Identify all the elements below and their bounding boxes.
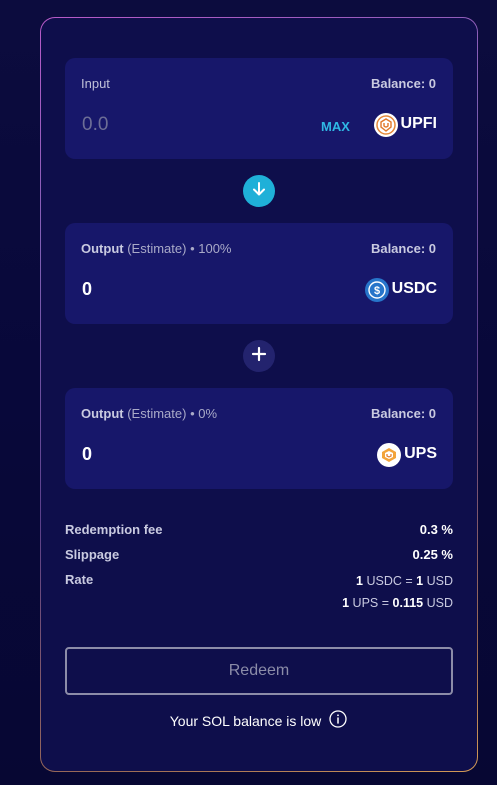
max-button[interactable]: MAX xyxy=(321,119,350,134)
output-usdc-amount: 0 xyxy=(82,279,93,299)
output-ups-label: Output (Estimate) • 0% xyxy=(81,406,217,421)
rate-usdc-text: USDC = xyxy=(366,574,413,588)
output-card-ups: Output (Estimate) • 0% Balance: 0 0 UPS xyxy=(65,388,453,489)
input-card: Input Balance: 0 0.0 MAX UPFI xyxy=(65,58,453,159)
output-ups-label-strong: Output xyxy=(81,406,124,421)
rate-ups: 1 UPS = 0.115 USD xyxy=(342,596,453,610)
input-label: Input xyxy=(81,76,110,91)
svg-text:$: $ xyxy=(374,285,380,297)
token-ups: UPS xyxy=(377,443,437,467)
token-selector-upfi[interactable]: UPFI xyxy=(373,113,437,137)
output-ups-label-estimate: (Estimate) xyxy=(127,406,187,421)
ups-token-icon xyxy=(377,443,402,467)
plus-icon xyxy=(251,346,267,367)
slippage-label: Slippage xyxy=(65,547,120,562)
token-usdc: $ USDC xyxy=(364,278,437,302)
rate-usdc: 1 USDC = 1 USD xyxy=(356,574,453,588)
input-amount-field[interactable]: 0.0 xyxy=(82,114,108,136)
rate-ups-value: 0.115 xyxy=(392,596,424,610)
output-usdc-balance: Balance: 0 xyxy=(370,241,436,256)
redemption-fee-row: Redemption fee 0.3 % xyxy=(65,522,453,537)
output-ups-balance: Balance: 0 xyxy=(370,406,436,421)
ups-token-label: UPS xyxy=(404,445,437,462)
rate-ups-text: UPS = xyxy=(352,596,390,610)
slippage-row: Slippage 0.25 % xyxy=(65,547,453,562)
redeem-button[interactable]: Redeem xyxy=(65,647,453,695)
rate-usdc-value: 1 xyxy=(416,574,424,588)
output-usdc-label-percent: • 100% xyxy=(190,241,232,256)
rate-usdc-qty: 1 xyxy=(356,574,363,588)
rate-ups-unit: USD xyxy=(426,596,453,610)
sol-balance-warning: Your SOL balance is low xyxy=(0,710,497,731)
output-ups-amount: 0 xyxy=(82,444,93,464)
output-ups-label-percent: • 0% xyxy=(190,406,218,421)
usdc-token-label: USDC xyxy=(391,280,437,297)
swap-direction-button[interactable] xyxy=(243,175,275,207)
redemption-fee-label: Redemption fee xyxy=(65,522,163,537)
usdc-token-icon: $ xyxy=(364,278,389,302)
plus-separator xyxy=(243,340,275,372)
output-usdc-label-estimate: (Estimate) xyxy=(127,241,187,256)
warning-text: Your SOL balance is low xyxy=(169,712,322,729)
rate-label: Rate xyxy=(65,572,94,587)
redemption-fee-value: 0.3 % xyxy=(419,522,453,537)
arrow-down-icon xyxy=(251,181,267,202)
slippage-value: 0.25 % xyxy=(412,547,453,562)
output-usdc-label: Output (Estimate) • 100% xyxy=(81,241,232,256)
output-usdc-label-strong: Output xyxy=(81,241,124,256)
rate-ups-qty: 1 xyxy=(342,596,350,610)
info-icon[interactable] xyxy=(329,710,347,731)
rate-usdc-unit: USD xyxy=(426,574,453,588)
upfi-token-label: UPFI xyxy=(400,115,437,132)
output-card-usdc: Output (Estimate) • 100% Balance: 0 0 $ … xyxy=(65,223,453,324)
input-balance: Balance: 0 xyxy=(370,76,436,91)
upfi-token-icon xyxy=(373,113,398,137)
